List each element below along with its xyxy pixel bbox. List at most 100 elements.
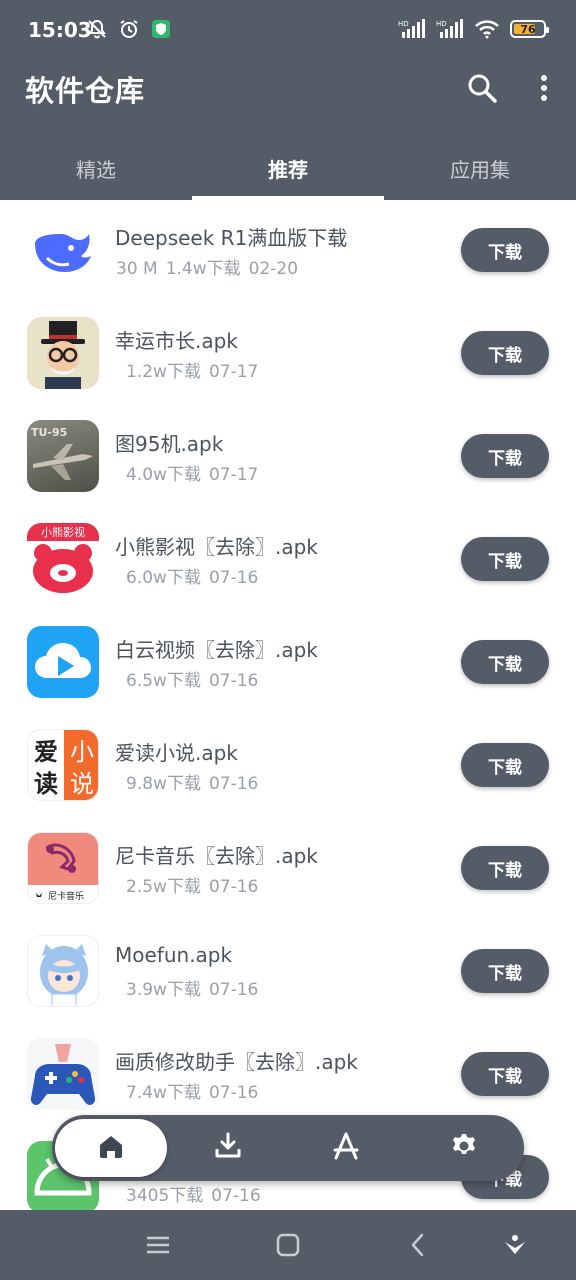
download-button[interactable]: 下载 [461, 537, 549, 581]
svg-text:HD: HD [436, 20, 447, 28]
deepseek-whale-icon [27, 214, 99, 286]
app-name: Moefun.apk [115, 943, 233, 967]
download-button[interactable]: 下载 [461, 640, 549, 684]
nav-downloads[interactable] [172, 1119, 284, 1177]
list-item[interactable]: Deepseek R1满血版下载 30 M 1.4w下载 02-20 下载 [0, 200, 576, 303]
app-bar: 软件仓库 精选 推荐 应用集 [0, 60, 576, 200]
more-vert-icon[interactable] [530, 72, 558, 104]
search-icon[interactable] [466, 72, 498, 104]
app-date: 07-16 [208, 1083, 259, 1103]
download-button[interactable]: 下载 [461, 949, 549, 993]
app-meta: 1.2w下载 07-17 [126, 357, 266, 382]
home-square-icon[interactable] [273, 1230, 303, 1260]
list-item[interactable]: 白云视频〖去除〗.apk 6.5w下载 07-16 下载 [0, 612, 576, 715]
menu-icon[interactable] [143, 1230, 173, 1260]
gamepad-icon [27, 1038, 99, 1110]
tu95-plane-icon: TU-95 [27, 420, 99, 492]
app-downloads: 9.8w下载 [126, 774, 201, 794]
download-button[interactable]: 下载 [461, 846, 549, 890]
nav-appstore[interactable] [290, 1119, 402, 1177]
svg-text:说: 说 [70, 770, 94, 798]
svg-text:爱: 爱 [34, 737, 58, 766]
list-item[interactable]: TU-95 图95机.apk 4.0w下载 07-17 下载 [0, 406, 576, 509]
assistant-icon[interactable] [500, 1230, 530, 1260]
app-name: 画质修改助手〖去除〗.apk [115, 1050, 358, 1074]
bottom-nav [52, 1115, 524, 1181]
bell-off-icon [86, 18, 108, 40]
app-downloads: 2.5w下载 [126, 877, 201, 897]
app-date: 07-16 [208, 671, 259, 691]
status-time: 15:03 [28, 18, 92, 42]
app-downloads: 1.2w下载 [126, 362, 201, 382]
app-meta: 6.0w下载 07-16 [126, 563, 266, 588]
list-item[interactable]: 幸运市长.apk 1.2w下载 07-17 下载 [0, 303, 576, 406]
cloud-play-icon [27, 626, 99, 698]
app-downloads: 3.9w下载 [126, 980, 201, 1000]
home-icon [97, 1132, 125, 1164]
download-button[interactable]: 下载 [461, 331, 549, 375]
app-name: Deepseek R1满血版下载 [115, 226, 348, 250]
app-name: 尼卡音乐〖去除〗.apk [115, 844, 318, 868]
tab-collections[interactable]: 应用集 [384, 140, 576, 200]
app-meta: 30 M 1.4w下载 02-20 [116, 254, 306, 279]
app-name: 白云视频〖去除〗.apk [115, 638, 318, 662]
app-name: 小熊影视〖去除〗.apk [115, 535, 318, 559]
battery-indicator: 76 [510, 20, 549, 38]
app-date: 07-16 [208, 980, 259, 1000]
app-date: 07-16 [208, 877, 259, 897]
app-downloads: 6.0w下载 [126, 568, 201, 588]
svg-text:TU-95: TU-95 [31, 426, 67, 439]
nav-settings[interactable] [408, 1119, 520, 1177]
novel-reader-icon: 爱 小 读 说 [27, 729, 99, 801]
download-button[interactable]: 下载 [461, 228, 549, 272]
shield-app-icon [150, 18, 172, 40]
nav-home[interactable] [55, 1119, 167, 1177]
app-size: 30 M [116, 259, 158, 279]
anime-girl-icon [27, 935, 99, 1007]
app-meta: 7.4w下载 07-16 [126, 1078, 266, 1103]
status-bar: 15:03 HD HD 76 [0, 0, 576, 60]
tab-featured[interactable]: 精选 [0, 140, 192, 200]
svg-text:尼卡音乐: 尼卡音乐 [48, 890, 84, 902]
app-date: 07-17 [208, 465, 259, 485]
download-button[interactable]: 下载 [461, 1052, 549, 1096]
page-title: 软件仓库 [25, 74, 146, 108]
list-item[interactable]: Moefun.apk 3.9w下载 07-16 下载 [0, 921, 576, 1024]
app-date: 02-20 [248, 259, 299, 279]
app-meta: 6.5w下载 07-16 [126, 666, 266, 691]
app-meta: 2.5w下载 07-16 [126, 872, 266, 897]
download-button[interactable]: 下载 [461, 434, 549, 478]
app-downloads: 1.4w下载 [165, 259, 241, 279]
svg-text:小熊影视: 小熊影视 [41, 525, 85, 539]
app-meta: 4.0w下载 07-17 [126, 460, 266, 485]
wifi-icon [474, 18, 500, 40]
app-meta: 9.8w下载 07-16 [126, 769, 266, 794]
back-icon[interactable] [403, 1230, 433, 1260]
tab-bar: 精选 推荐 应用集 [0, 140, 576, 200]
bear-video-icon: 小熊影视 [27, 523, 99, 595]
signal-1-icon: HD [398, 18, 426, 40]
app-downloads: 3405下载 [126, 1186, 204, 1206]
tab-recommended[interactable]: 推荐 [192, 140, 384, 200]
app-store-icon [331, 1131, 361, 1165]
app-downloads: 6.5w下载 [126, 671, 201, 691]
list-item[interactable]: 尼卡音乐 尼卡音乐〖去除〗.apk 2.5w下载 07-16 下载 [0, 818, 576, 921]
app-downloads: 7.4w下载 [126, 1083, 201, 1103]
alarm-icon [118, 18, 140, 40]
app-date: 07-16 [208, 568, 259, 588]
mayor-avatar-icon [27, 317, 99, 389]
svg-text:小: 小 [70, 738, 94, 766]
app-date: 07-16 [211, 1186, 261, 1206]
list-item[interactable]: 画质修改助手〖去除〗.apk 7.4w下载 07-16 下载 [0, 1024, 576, 1127]
app-date: 07-16 [208, 774, 259, 794]
app-downloads: 4.0w下载 [126, 465, 201, 485]
download-icon [213, 1131, 243, 1165]
system-nav-bar [0, 1210, 576, 1280]
signal-2-icon: HD [436, 18, 464, 40]
download-button[interactable]: 下载 [461, 743, 549, 787]
list-item[interactable]: 小熊影视 小熊影视〖去除〗.apk 6.0w下载 07-16 下载 [0, 509, 576, 612]
app-name: 幸运市长.apk [115, 329, 238, 353]
list-item[interactable]: 爱 小 读 说 爱读小说.apk 9.8w下载 07-16 下载 [0, 715, 576, 818]
settings-icon [450, 1132, 478, 1164]
app-name: 爱读小说.apk [115, 741, 238, 765]
